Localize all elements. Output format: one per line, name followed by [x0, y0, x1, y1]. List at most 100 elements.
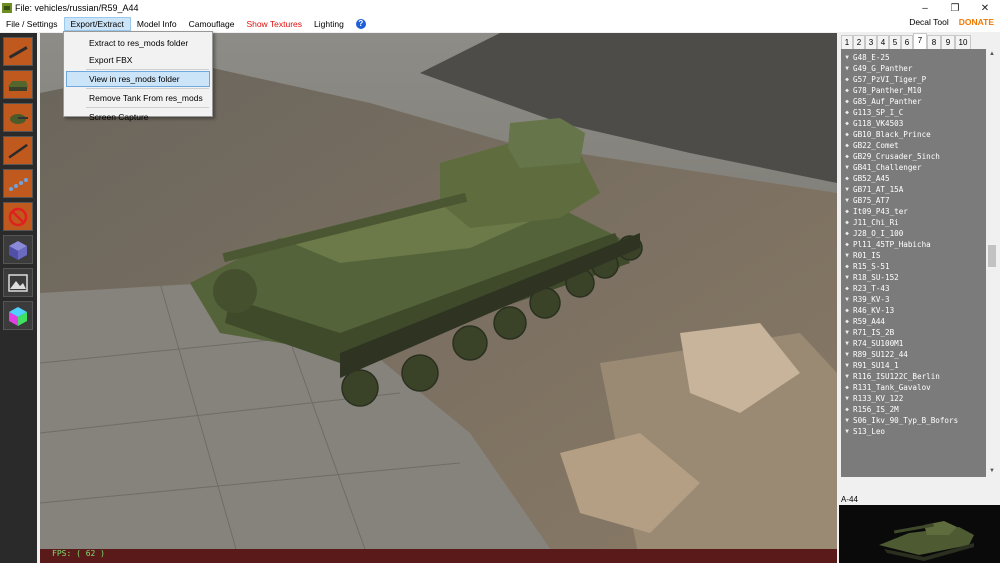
donate-button[interactable]: DONATE [959, 17, 994, 27]
list-item[interactable]: ▼ R39_KV-3 [841, 294, 986, 305]
tab-3[interactable]: 3 [865, 35, 877, 49]
tab-10[interactable]: 10 [955, 35, 971, 49]
list-item[interactable]: ◆ G85_Auf_Panther [841, 96, 986, 107]
list-item[interactable]: ◆ G118_VK4503 [841, 118, 986, 129]
list-item[interactable]: ◆ GB29_Crusader_5inch [841, 151, 986, 162]
scroll-thumb[interactable] [988, 245, 996, 267]
hull-tool-button[interactable] [3, 70, 33, 99]
list-item[interactable]: ◆ G78_Panther_M10 [841, 85, 986, 96]
list-item[interactable]: ▼ R89_SU122_44 [841, 349, 986, 360]
list-item[interactable]: ▼ GB71_AT_15A [841, 184, 986, 195]
list-item[interactable]: ▼ S13_Leo [841, 426, 986, 437]
image-tool-button[interactable] [3, 268, 33, 297]
camo-off-tool-button[interactable] [3, 202, 33, 231]
scroll-down-icon[interactable]: ▼ [986, 466, 998, 477]
list-item[interactable]: ◆ G113_SP_I_C [841, 107, 986, 118]
list-item[interactable]: ◆ J28_O_I_100 [841, 228, 986, 239]
tab-8[interactable]: 8 [927, 35, 941, 49]
list-item[interactable]: ▼ R71_IS_2B [841, 327, 986, 338]
barrel-tool-button[interactable] [3, 136, 33, 165]
close-icon[interactable]: ✕ [970, 0, 1000, 16]
menu-export-extract[interactable]: Export/Extract [63, 17, 131, 31]
tank-name: J11_Chi_Ri [853, 218, 899, 227]
tracks-tool-button[interactable] [3, 169, 33, 198]
minimize-icon[interactable]: – [910, 0, 940, 16]
export-fbx-item[interactable]: Export FBX [66, 52, 210, 68]
scroll-up-icon[interactable]: ▲ [986, 49, 998, 60]
no-camo-icon [8, 207, 28, 226]
list-item[interactable]: ▼ GB41_Challenger [841, 162, 986, 173]
list-item[interactable]: ◆ R131_Tank_Gavalov [841, 382, 986, 393]
tank-type-icon: ◆ [845, 109, 849, 116]
tab-6[interactable]: 6 [901, 35, 913, 49]
list-item[interactable]: ◆ GB22_Comet [841, 140, 986, 151]
menu-bar: File / Settings Export/Extract Model Inf… [0, 16, 1000, 32]
tab-1[interactable]: 1 [841, 35, 853, 49]
tank-type-icon: ◆ [845, 285, 849, 292]
list-item[interactable]: ◆ It09_P43_ter [841, 206, 986, 217]
menu-lighting[interactable]: Lighting [308, 17, 350, 31]
hull-icon [8, 80, 28, 91]
list-item[interactable]: ◆ R15_S-51 [841, 261, 986, 272]
list-item[interactable]: ▼ S06_Ikv_90_Typ_B_Bofors [841, 415, 986, 426]
tab-5[interactable]: 5 [889, 35, 901, 49]
tank-type-icon: ▼ [845, 54, 849, 61]
list-item[interactable]: ◆ Pl11_45TP_Habicha [841, 239, 986, 250]
extract-to-res-mods-item[interactable]: Extract to res_mods folder [66, 35, 210, 51]
turret-tool-button[interactable] [3, 103, 33, 132]
decal-tool-button[interactable]: Decal Tool [909, 17, 949, 27]
list-item[interactable]: ▼ R91_SU14_1 [841, 360, 986, 371]
menu-camouflage[interactable]: Camouflage [183, 17, 241, 31]
list-item[interactable]: ▼ R01_IS [841, 250, 986, 261]
list-item[interactable]: ▼ G48_E-25 [841, 52, 986, 63]
list-item[interactable]: ▼ R116_ISU122C_Berlin [841, 371, 986, 382]
view-in-res-mods-item[interactable]: View in res_mods folder [66, 71, 210, 87]
screen-capture-item[interactable]: Screen Capture [66, 109, 210, 125]
list-item[interactable]: ◆ J11_Chi_Ri [841, 217, 986, 228]
tank-type-icon: ▼ [845, 351, 849, 358]
gun-tool-button[interactable] [3, 37, 33, 66]
tab-7[interactable]: 7 [913, 33, 927, 49]
maximize-icon[interactable]: ❐ [940, 0, 970, 16]
list-item[interactable]: ◆ R46_KV-13 [841, 305, 986, 316]
help-icon[interactable]: ? [355, 19, 366, 29]
tank-name: GB29_Crusader_5inch [853, 152, 940, 161]
menu-file-settings[interactable]: File / Settings [0, 17, 64, 31]
list-item[interactable]: ◆ R23_T-43 [841, 283, 986, 294]
color-cube-tool-button[interactable] [3, 301, 33, 330]
tank-name: R15_S-51 [853, 262, 890, 271]
cube-icon [9, 240, 27, 260]
list-item[interactable]: ▼ G49_G_Panther [841, 63, 986, 74]
tank-type-icon: ▼ [845, 197, 849, 204]
menu-show-textures[interactable]: Show Textures [240, 17, 308, 31]
tank-type-icon: ▼ [845, 417, 849, 424]
menu-separator [86, 69, 209, 70]
menu-model-info[interactable]: Model Info [131, 17, 183, 31]
list-item[interactable]: ◆ GB10_Black_Prince [841, 129, 986, 140]
list-item[interactable]: ◆ G57_PzVI_Tiger_P [841, 74, 986, 85]
tab-9[interactable]: 9 [941, 35, 955, 49]
list-item[interactable]: ▼ R74_SU100M1 [841, 338, 986, 349]
tank-type-icon: ◆ [845, 219, 849, 226]
remove-tank-item[interactable]: Remove Tank From res_mods [66, 90, 210, 106]
tank-type-icon: ◆ [845, 384, 849, 391]
tank-type-icon: ▼ [845, 252, 849, 259]
list-item[interactable]: ◆ GB52_A45 [841, 173, 986, 184]
tank-list[interactable]: ▼ G48_E-25 ▼ G49_G_Panther ◆ G57_PzVI_Tiger_P… [841, 49, 986, 477]
tank-name: R46_KV-13 [853, 306, 895, 315]
list-scrollbar[interactable]: ▲ ▼ [986, 49, 998, 477]
tank-type-icon: ◆ [845, 263, 849, 270]
list-item[interactable]: ◆ R59_A44 [841, 316, 986, 327]
texture-cube-tool-button[interactable] [3, 235, 33, 264]
tier-tabs: 1 2 3 4 5 6 7 8 9 10 [839, 33, 1000, 49]
list-item[interactable]: ◆ R156_IS_2M [841, 404, 986, 415]
tank-name: R59_A44 [853, 317, 886, 326]
list-item[interactable]: ▼ R18_SU-152 [841, 272, 986, 283]
tab-4[interactable]: 4 [877, 35, 889, 49]
list-item[interactable]: ▼ R133_KV_122 [841, 393, 986, 404]
list-item[interactable]: ▼ GB75_AT7 [841, 195, 986, 206]
app-icon [2, 3, 12, 13]
tank-preview-image [879, 521, 974, 561]
tab-2[interactable]: 2 [853, 35, 865, 49]
tank-type-icon: ◆ [845, 318, 849, 325]
